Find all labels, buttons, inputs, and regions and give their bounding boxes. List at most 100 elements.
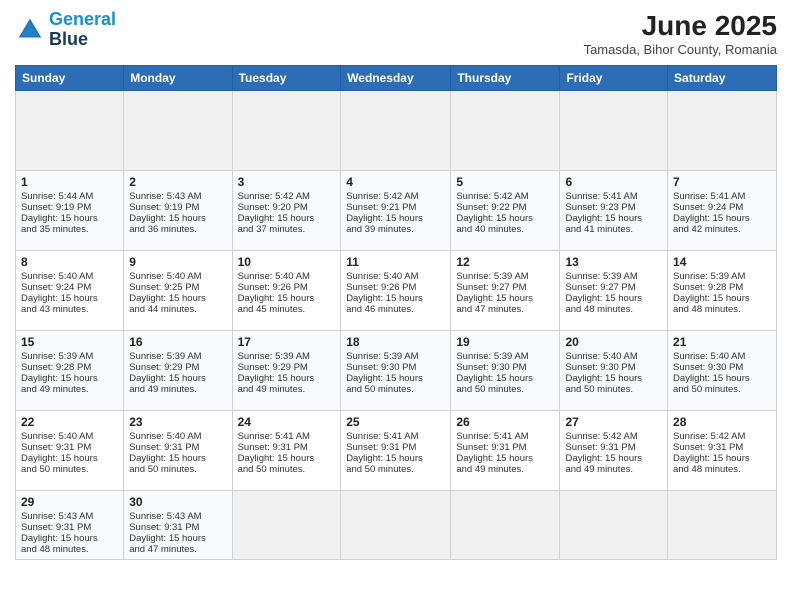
sunset: Sunset: 9:28 PM [21,362,91,373]
daylight: Daylight: 15 hoursand 48 minutes. [673,293,750,315]
sunset: Sunset: 9:30 PM [673,362,743,373]
daylight: Daylight: 15 hoursand 50 minutes. [673,373,750,395]
title-area: June 2025 Tamasda, Bihor County, Romania [584,10,777,57]
sunrise: Sunrise: 5:42 AM [456,191,528,202]
day-number: 3 [238,175,336,189]
sunset: Sunset: 9:27 PM [456,282,526,293]
sunset: Sunset: 9:23 PM [565,202,635,213]
table-cell: 5Sunrise: 5:42 AMSunset: 9:22 PMDaylight… [451,171,560,251]
daylight: Daylight: 15 hoursand 49 minutes. [565,453,642,475]
location: Tamasda, Bihor County, Romania [584,42,777,57]
table-cell: 11Sunrise: 5:40 AMSunset: 9:26 PMDayligh… [341,251,451,331]
sunrise: Sunrise: 5:39 AM [346,351,418,362]
table-cell: 18Sunrise: 5:39 AMSunset: 9:30 PMDayligh… [341,331,451,411]
daylight: Daylight: 15 hoursand 37 minutes. [238,213,315,235]
month-year: June 2025 [584,10,777,42]
logo-text: General Blue [49,10,116,50]
sunset: Sunset: 9:28 PM [673,282,743,293]
table-cell: 2Sunrise: 5:43 AMSunset: 9:19 PMDaylight… [124,171,232,251]
header: General Blue June 2025 Tamasda, Bihor Co… [15,10,777,57]
table-cell [560,91,668,171]
daylight: Daylight: 15 hoursand 42 minutes. [673,213,750,235]
table-cell: 13Sunrise: 5:39 AMSunset: 9:27 PMDayligh… [560,251,668,331]
table-cell [668,91,777,171]
sunset: Sunset: 9:30 PM [456,362,526,373]
sunrise: Sunrise: 5:41 AM [346,431,418,442]
daylight: Daylight: 15 hoursand 50 minutes. [346,453,423,475]
daylight: Daylight: 15 hoursand 50 minutes. [346,373,423,395]
sunrise: Sunrise: 5:39 AM [129,351,201,362]
day-number: 14 [673,255,771,269]
sunset: Sunset: 9:31 PM [21,522,91,533]
table-cell: 29Sunrise: 5:43 AMSunset: 9:31 PMDayligh… [16,491,124,560]
day-number: 4 [346,175,445,189]
table-cell [451,491,560,560]
day-number: 24 [238,415,336,429]
day-number: 15 [21,335,118,349]
table-cell: 1Sunrise: 5:44 AMSunset: 9:19 PMDaylight… [16,171,124,251]
day-number: 20 [565,335,662,349]
daylight: Daylight: 15 hoursand 43 minutes. [21,293,98,315]
table-cell: 9Sunrise: 5:40 AMSunset: 9:25 PMDaylight… [124,251,232,331]
table-cell: 4Sunrise: 5:42 AMSunset: 9:21 PMDaylight… [341,171,451,251]
daylight: Daylight: 15 hoursand 44 minutes. [129,293,206,315]
calendar: Sunday Monday Tuesday Wednesday Thursday… [15,65,777,560]
table-cell: 15 Sunrise: 5:39 AMSunset: 9:28 PMDayligh… [16,331,124,411]
table-cell: 16Sunrise: 5:39 AMSunset: 9:29 PMDayligh… [124,331,232,411]
day-number: 21 [673,335,771,349]
table-cell [451,91,560,171]
sunset: Sunset: 9:24 PM [673,202,743,213]
day-number: 5 [456,175,554,189]
col-thursday: Thursday [451,66,560,91]
sunset: Sunset: 9:19 PM [129,202,199,213]
day-number: 17 [238,335,336,349]
daylight: Daylight: 15 hoursand 48 minutes. [673,453,750,475]
sunset: Sunset: 9:31 PM [565,442,635,453]
day-number: 11 [346,255,445,269]
table-cell: 22Sunrise: 5:40 AMSunset: 9:31 PMDayligh… [16,411,124,491]
table-cell [232,91,341,171]
table-cell: 6Sunrise: 5:41 AMSunset: 9:23 PMDaylight… [560,171,668,251]
day-number: 25 [346,415,445,429]
daylight: Daylight: 15 hoursand 35 minutes. [21,213,98,235]
daylight: Daylight: 15 hoursand 50 minutes. [238,453,315,475]
sunset: Sunset: 9:30 PM [346,362,416,373]
sunset: Sunset: 9:31 PM [673,442,743,453]
daylight: Daylight: 15 hoursand 47 minutes. [129,533,206,555]
daylight: Daylight: 15 hoursand 49 minutes. [21,373,98,395]
daylight: Daylight: 15 hoursand 49 minutes. [129,373,206,395]
table-cell: 26Sunrise: 5:41 AMSunset: 9:31 PMDayligh… [451,411,560,491]
sunrise: Sunrise: 5:39 AM [238,351,310,362]
daylight: Daylight: 15 hoursand 46 minutes. [346,293,423,315]
daylight: Daylight: 15 hoursand 45 minutes. [238,293,315,315]
sunrise: Sunrise: 5:40 AM [21,271,93,282]
daylight: Daylight: 15 hoursand 50 minutes. [565,373,642,395]
col-saturday: Saturday [668,66,777,91]
table-cell: 30Sunrise: 5:43 AMSunset: 9:31 PMDayligh… [124,491,232,560]
sunset: Sunset: 9:24 PM [21,282,91,293]
col-sunday: Sunday [16,66,124,91]
sunrise: Sunrise: 5:39 AM [21,351,93,362]
daylight: Daylight: 15 hoursand 48 minutes. [21,533,98,555]
page: General Blue June 2025 Tamasda, Bihor Co… [0,0,792,612]
col-monday: Monday [124,66,232,91]
day-number: 19 [456,335,554,349]
table-cell [124,91,232,171]
table-cell [16,91,124,171]
daylight: Daylight: 15 hoursand 36 minutes. [129,213,206,235]
daylight: Daylight: 15 hoursand 50 minutes. [129,453,206,475]
sunrise: Sunrise: 5:39 AM [673,271,745,282]
sunset: Sunset: 9:19 PM [21,202,91,213]
table-cell [668,491,777,560]
sunset: Sunset: 9:31 PM [238,442,308,453]
table-cell [341,491,451,560]
sunrise: Sunrise: 5:41 AM [238,431,310,442]
day-number: 13 [565,255,662,269]
daylight: Daylight: 15 hoursand 49 minutes. [456,453,533,475]
sunset: Sunset: 9:30 PM [565,362,635,373]
sunset: Sunset: 9:29 PM [129,362,199,373]
table-cell: 24 Sunrise: 5:41 AMSunset: 9:31 PMDayligh… [232,411,341,491]
day-number: 28 [673,415,771,429]
day-number: 8 [21,255,118,269]
day-number: 1 [21,175,118,189]
